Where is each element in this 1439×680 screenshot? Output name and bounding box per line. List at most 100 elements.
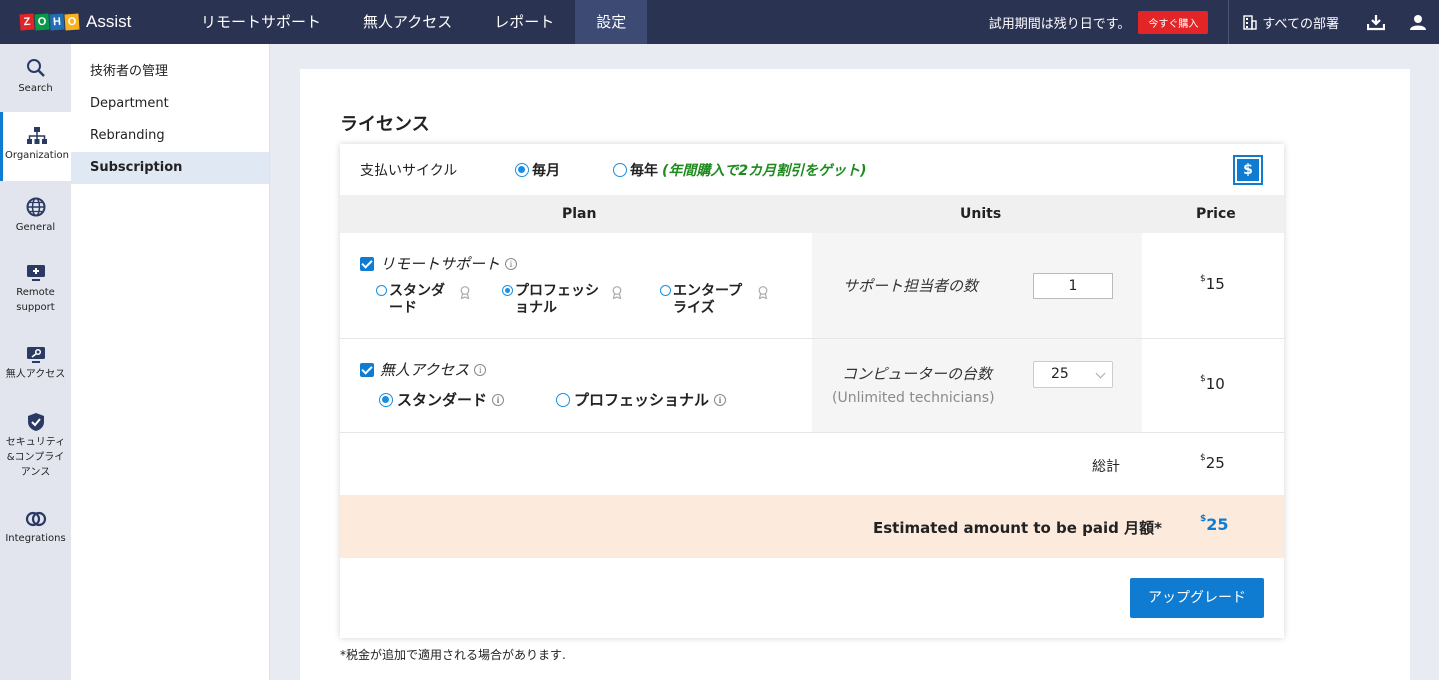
nav-unattended-access[interactable]: 無人アクセス <box>342 0 473 44</box>
monthly-radio[interactable] <box>515 163 529 177</box>
edition-enterprise[interactable]: エンタープライズ <box>660 283 768 317</box>
rail-label: Search <box>18 83 53 94</box>
rail-label: セキュリティ&コンプライアンス <box>5 437 66 478</box>
rail-organization[interactable]: Organization <box>0 112 71 181</box>
license-card: 支払いサイクル 毎月 毎年 (年間購入で2カ月割引をゲット) $ Plan Un… <box>340 144 1284 638</box>
rail-label: Integrations <box>5 533 66 544</box>
unattended-access-price: $10 <box>1200 374 1225 393</box>
badge-icon <box>460 286 470 299</box>
computer-count-label: コンピューターの台数 <box>842 365 993 383</box>
submenu-rebranding[interactable]: Rebranding <box>71 120 269 152</box>
top-bar: Z O H O Assist リモートサポート 無人アクセス レポート 設定 試… <box>0 0 1439 44</box>
monthly-label: 毎月 <box>532 163 560 179</box>
monitor-plus-icon <box>26 265 45 281</box>
currency-symbol: $ <box>1200 374 1206 384</box>
unlimited-technicians-note: (Unlimited technicians) <box>832 390 995 406</box>
edition-professional-radio[interactable] <box>502 285 513 296</box>
yearly-option[interactable]: 毎年 (年間購入で2カ月割引をゲット) <box>613 160 867 180</box>
remote-support-price: $15 <box>1200 274 1225 293</box>
computer-count-select[interactable]: 25 <box>1033 361 1113 388</box>
submenu-technicians[interactable]: 技術者の管理 <box>71 56 269 88</box>
nav-settings[interactable]: 設定 <box>575 0 648 44</box>
info-icon[interactable]: i <box>474 363 487 376</box>
estimated-amount-row: Estimated amount to be paid 月額* $25 <box>340 495 1284 558</box>
submenu-subscription[interactable]: Subscription <box>71 152 269 184</box>
rail-general[interactable]: General <box>0 197 71 235</box>
tax-note: *税金が追加で適用される場合があります. <box>340 648 566 662</box>
info-icon[interactable]: i <box>505 257 518 270</box>
nav-reports[interactable]: レポート <box>473 0 575 44</box>
estimated-amount-value: $25 <box>1200 514 1229 534</box>
rail-label: 無人アクセス <box>5 369 66 380</box>
currency-button[interactable]: $ <box>1233 155 1263 185</box>
main-nav: リモートサポート 無人アクセス レポート 設定 <box>180 0 648 44</box>
badge-icon <box>612 286 622 299</box>
ua-edition-professional[interactable]: プロフェッショナル i <box>556 389 727 410</box>
remote-support-row: リモートサポート i スタンダード プロフェッショナル エンタープライズ サポー… <box>340 233 1284 339</box>
upgrade-button[interactable]: アップグレード <box>1130 578 1264 618</box>
total-value: $25 <box>1200 453 1225 472</box>
edition-professional[interactable]: プロフェッショナル <box>502 283 622 317</box>
technician-count-input[interactable]: 1 <box>1033 273 1113 299</box>
settings-submenu: 技術者の管理 Department Rebranding Subscriptio… <box>71 44 270 680</box>
key-monitor-icon <box>26 347 45 363</box>
edition-enterprise-label: エンタープライズ <box>673 283 743 316</box>
globe-icon <box>26 197 45 217</box>
info-icon[interactable]: i <box>492 393 505 406</box>
download-button[interactable] <box>1355 14 1397 31</box>
unattended-access-checkbox[interactable] <box>360 362 374 377</box>
price-value: 15 <box>1205 275 1225 293</box>
ua-edition-standard-radio[interactable] <box>379 392 393 407</box>
currency-symbol: $ <box>1200 453 1206 463</box>
search-icon <box>26 59 45 77</box>
buy-now-button[interactable]: 今すぐ購入 <box>1138 10 1209 34</box>
ua-edition-professional-radio[interactable] <box>556 392 570 407</box>
user-icon <box>1410 15 1426 30</box>
total-label: 総計 <box>1092 459 1120 475</box>
price-value: 10 <box>1205 375 1225 393</box>
rail-unattended-access[interactable]: 無人アクセス <box>0 346 71 382</box>
zoho-logo-mark: Z O H O <box>19 13 80 31</box>
trial-text: 試用期間は残り日です。 <box>988 16 1131 32</box>
rail-search[interactable]: Search <box>0 58 71 96</box>
integrations-icon <box>25 511 46 527</box>
submenu-department[interactable]: Department <box>71 88 269 120</box>
unattended-access-name: 無人アクセス <box>380 361 470 379</box>
rail-remote-support[interactable]: Remote support <box>0 264 71 315</box>
unattended-access-product: 無人アクセス i <box>360 359 487 380</box>
yearly-label: 毎年 <box>630 163 658 179</box>
shield-icon <box>27 413 44 431</box>
download-icon <box>1367 14 1385 30</box>
rail-label: Remote support <box>16 287 55 313</box>
edition-standard-radio[interactable] <box>376 285 387 296</box>
estimated-amount-label: Estimated amount to be paid 月額* <box>873 519 1162 537</box>
dollar-icon: $ <box>1237 159 1259 181</box>
department-selector[interactable]: すべての部署 <box>1243 13 1339 32</box>
billing-cycle-label: 支払いサイクル <box>360 163 458 179</box>
header-plan: Plan <box>562 206 597 222</box>
technician-count-label: サポート担当者の数 <box>843 277 979 295</box>
rail-label: General <box>15 222 56 233</box>
price-value: 25 <box>1205 454 1225 472</box>
rail-integrations[interactable]: Integrations <box>0 510 71 546</box>
info-icon[interactable]: i <box>714 393 727 406</box>
product-name: Assist <box>86 12 132 31</box>
price-value: 25 <box>1206 515 1229 534</box>
remote-support-checkbox[interactable] <box>360 256 374 271</box>
page-title: ライセンス <box>340 114 430 135</box>
zoho-assist-logo[interactable]: Z O H O Assist <box>19 12 180 32</box>
ua-edition-standard[interactable]: スタンダード i <box>379 389 505 410</box>
user-button[interactable] <box>1397 14 1439 30</box>
edition-enterprise-radio[interactable] <box>660 285 671 296</box>
yearly-promo-text: (年間購入で2カ月割引をゲット) <box>662 163 867 179</box>
rail-security-compliance[interactable]: セキュリティ&コンプライアンス <box>0 412 71 480</box>
monthly-option[interactable]: 毎月 <box>515 160 560 180</box>
rail-label: Organization <box>5 150 69 161</box>
header-units: Units <box>960 206 1002 222</box>
nav-remote-support[interactable]: リモートサポート <box>180 0 342 44</box>
edition-standard[interactable]: スタンダード <box>376 283 470 317</box>
yearly-radio[interactable] <box>613 163 627 177</box>
table-header: Plan Units Price <box>340 195 1284 233</box>
currency-symbol: $ <box>1200 274 1206 284</box>
left-rail: Search Organization General Remote suppo… <box>0 44 71 680</box>
